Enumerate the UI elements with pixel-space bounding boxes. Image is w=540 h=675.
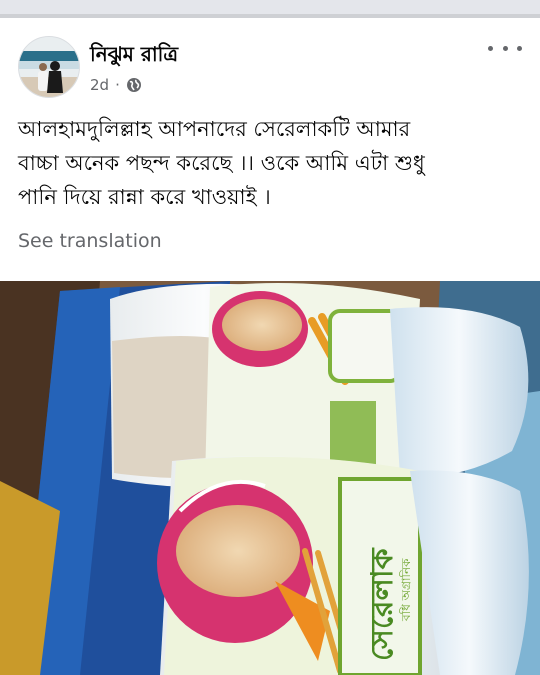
post-photo[interactable]: সেরেলাক বধি অগ্রানিক (0, 281, 540, 675)
brand-label: বধি অগ্রানিক (399, 558, 413, 622)
post-text: আলহামদুলিল্লাহ আপনাদের সেরেলাকটি আমার বা… (18, 112, 522, 214)
post-text-line: পানি দিয়ে রান্না করে খাওয়াই । (18, 185, 271, 209)
feed-top-divider (0, 0, 540, 18)
author-name[interactable]: নিঝুম রাত্রি (90, 40, 178, 73)
front-jar: সেরেলাক বধি অগ্রানিক (157, 456, 529, 675)
cereal-jars-photo: সেরেলাক বধি অগ্রানিক (0, 281, 540, 675)
avatar-photo (19, 37, 79, 97)
dot (517, 45, 522, 51)
product-name-label: সেরেলাক (365, 547, 400, 661)
dot-separator: · (115, 76, 120, 94)
post-header: নিঝুম রাত্রি 2d · (18, 36, 522, 98)
post-text-line: বাচ্চা অনেক পছন্দ করেছে ।। ওকে আমি এটা শ… (18, 151, 425, 175)
see-translation-link[interactable]: See translation (18, 230, 162, 252)
post-meta: 2d · (90, 76, 142, 94)
globe-icon[interactable] (126, 77, 142, 93)
dot (488, 45, 493, 51)
post-timestamp[interactable]: 2d (90, 76, 109, 94)
post-text-line: আলহামদুলিল্লাহ আপনাদের সেরেলাকটি আমার (18, 117, 411, 141)
dot (502, 45, 508, 51)
author-avatar[interactable] (18, 36, 80, 98)
more-options-button[interactable] (488, 38, 522, 58)
